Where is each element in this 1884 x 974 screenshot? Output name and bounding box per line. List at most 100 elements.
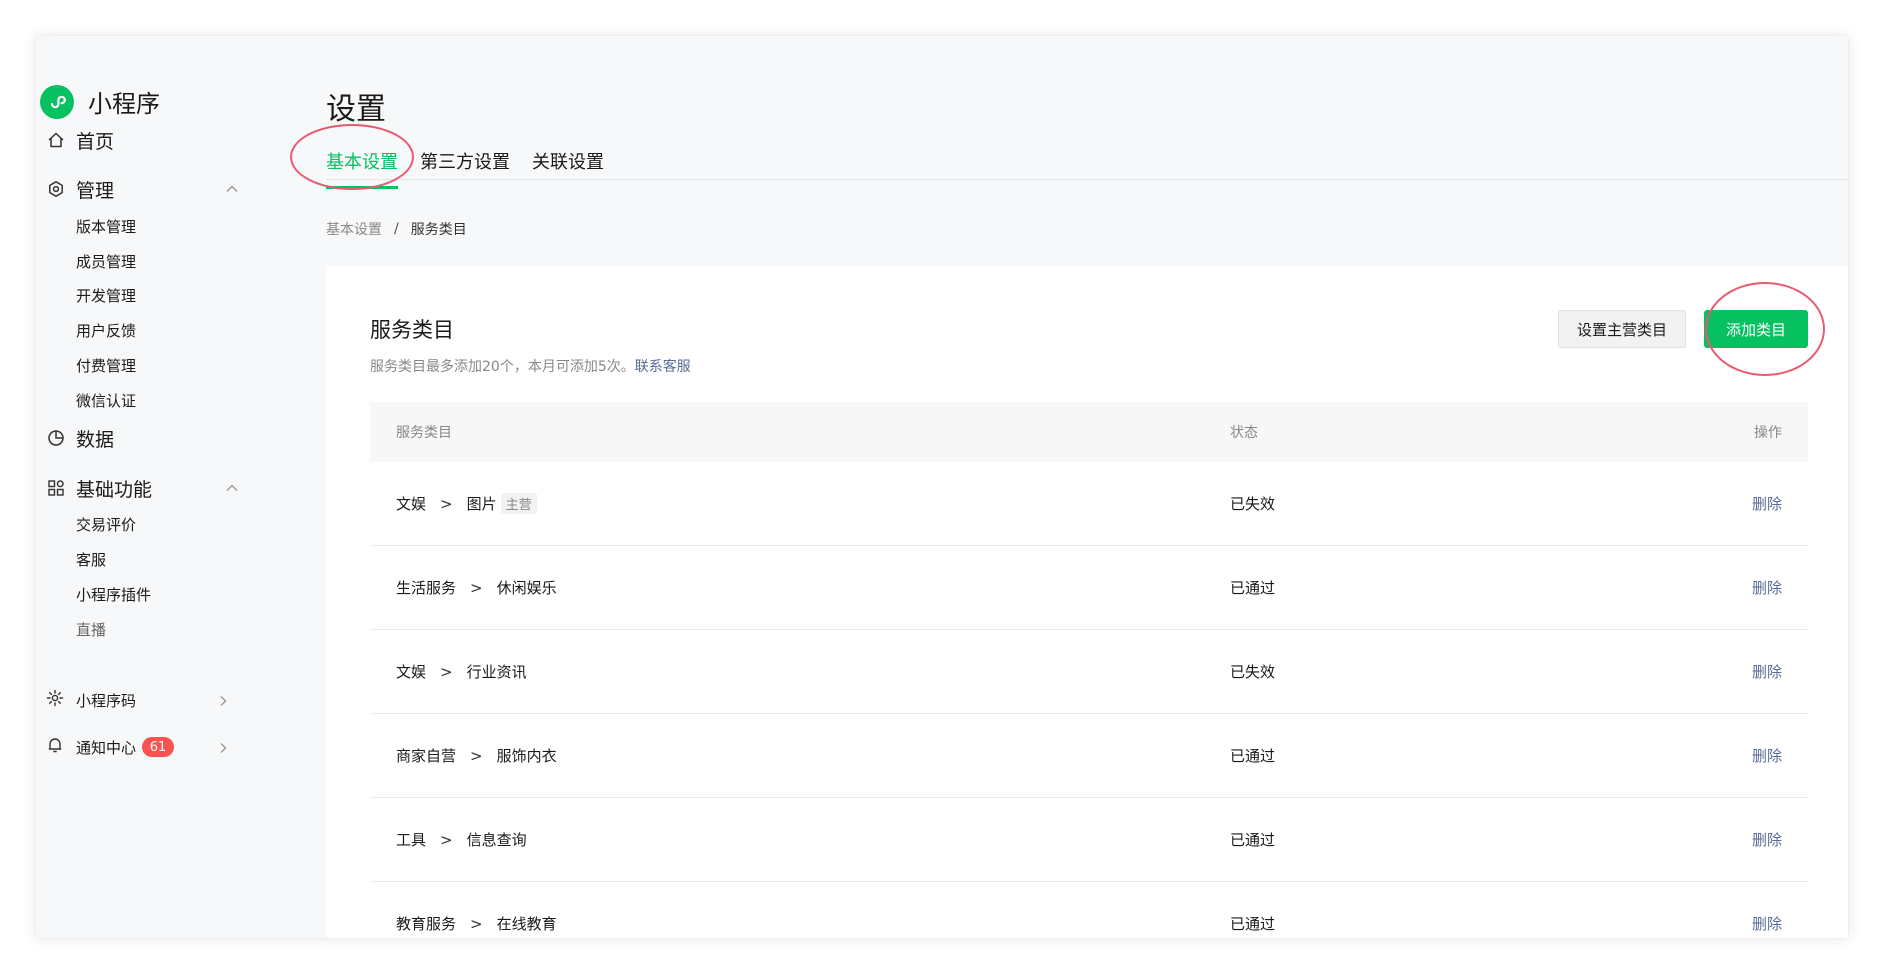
header-operation: 操作 <box>1754 425 1782 441</box>
set-main-category-button[interactable]: 设置主营类目 <box>1558 310 1686 348</box>
nav-qrcode-label: 小程序码 <box>76 691 137 710</box>
category-arrow: > <box>440 494 453 513</box>
main-category-tag: 主营 <box>500 493 537 514</box>
sidebar-item-plugin[interactable]: 小程序插件 <box>76 584 151 606</box>
table-header: 服务类目 状态 操作 <box>370 402 1808 462</box>
tab-basic-settings[interactable]: 基本设置 <box>326 148 398 189</box>
contact-support-link[interactable]: 联系客服 <box>635 359 691 375</box>
category-level2: 行业资讯 <box>466 663 527 681</box>
delete-link[interactable]: 删除 <box>1630 661 1808 682</box>
status-cell: 已通过 <box>1230 831 1276 849</box>
category-cell: 生活服务 > 休闲娱乐 <box>370 577 1230 598</box>
chart-pie-icon <box>46 428 66 448</box>
nav-notify-label: 通知中心 <box>76 738 137 757</box>
category-arrow: > <box>470 578 483 597</box>
sidebar-item-version[interactable]: 版本管理 <box>76 216 136 238</box>
card-title: 服务类目 <box>370 318 454 342</box>
category-arrow: > <box>470 746 483 765</box>
app-window: 小程序 首页 管理 版本管理 成员管理 开发管理 用户反馈 付费管理 微信认证 <box>36 36 1848 938</box>
delete-link[interactable]: 删除 <box>1630 493 1808 514</box>
category-level2: 信息查询 <box>466 831 527 849</box>
category-arrow: > <box>440 830 453 849</box>
sidebar-item-wechat-auth[interactable]: 微信认证 <box>76 390 136 412</box>
category-arrow: > <box>470 914 483 933</box>
bell-icon <box>46 736 64 758</box>
sidebar-item-service[interactable]: 客服 <box>76 549 106 571</box>
sidebar-item-payment[interactable]: 付费管理 <box>76 355 136 377</box>
nav-manage[interactable]: 管理 <box>46 173 238 205</box>
manage-icon <box>46 179 66 199</box>
chevron-right-icon <box>216 740 230 754</box>
service-category-card: 服务类目 服务类目最多添加20个，本月可添加5次。联系客服 设置主营类目 添加类… <box>326 266 1848 938</box>
home-icon <box>46 130 66 150</box>
sidebar-item-members[interactable]: 成员管理 <box>76 251 136 273</box>
card-description: 服务类目最多添加20个，本月可添加5次。联系客服 <box>370 356 691 376</box>
breadcrumb: 基本设置 / 服务类目 <box>326 219 467 239</box>
card-description-text: 服务类目最多添加20个，本月可添加5次。 <box>370 359 635 375</box>
category-level1: 文娱 <box>396 663 427 681</box>
table-row: 文娱 > 图片 主营 已失效 删除 <box>370 462 1808 546</box>
nav-home[interactable]: 首页 <box>46 124 114 156</box>
nav-home-label: 首页 <box>76 130 115 153</box>
chevron-up-icon[interactable] <box>224 181 240 197</box>
category-level1: 教育服务 <box>396 915 457 933</box>
sidebar-item-live[interactable]: 直播 <box>76 619 106 641</box>
category-level2: 服饰内衣 <box>496 747 557 765</box>
category-cell: 文娱 > 行业资讯 <box>370 661 1230 682</box>
category-arrow: > <box>440 662 453 681</box>
nav-basic[interactable]: 基础功能 <box>46 472 238 504</box>
delete-link[interactable]: 删除 <box>1630 829 1808 850</box>
add-category-button[interactable]: 添加类目 <box>1704 310 1808 348</box>
app-title: 小程序 <box>88 90 160 118</box>
chevron-up-icon[interactable] <box>224 480 240 496</box>
nav-notify[interactable]: 通知中心 61 <box>46 733 227 761</box>
table-row: 文娱 > 行业资讯 已失效 删除 <box>370 630 1808 714</box>
miniprogram-logo-icon <box>40 84 74 119</box>
category-cell: 文娱 > 图片 主营 <box>370 493 1230 514</box>
category-level1: 商家自营 <box>396 747 457 765</box>
nav-basic-label: 基础功能 <box>76 478 153 501</box>
delete-link[interactable]: 删除 <box>1630 745 1808 766</box>
status-cell: 已通过 <box>1230 915 1276 933</box>
nav-data[interactable]: 数据 <box>46 422 114 454</box>
tab-third-party-settings[interactable]: 第三方设置 <box>420 148 510 178</box>
notification-count-badge: 61 <box>142 737 175 757</box>
tabs-divider <box>326 179 1848 180</box>
delete-link[interactable]: 删除 <box>1630 913 1808 934</box>
category-level1: 工具 <box>396 831 427 849</box>
category-level1: 生活服务 <box>396 579 457 597</box>
status-cell: 已通过 <box>1230 747 1276 765</box>
status-cell: 已通过 <box>1230 579 1276 597</box>
chevron-right-icon <box>216 693 230 707</box>
nav-qrcode[interactable]: 小程序码 <box>46 686 227 714</box>
tab-linked-settings[interactable]: 关联设置 <box>532 148 604 178</box>
category-cell: 工具 > 信息查询 <box>370 829 1230 850</box>
page-title: 设置 <box>326 92 386 127</box>
header-category: 服务类目 <box>396 425 452 441</box>
table-row: 生活服务 > 休闲娱乐 已通过 删除 <box>370 546 1808 630</box>
qrcode-sun-icon <box>46 689 64 711</box>
category-table: 服务类目 状态 操作 文娱 > 图片 主营 已失效 删除 生活服务 > 休闲娱乐 <box>370 402 1808 938</box>
category-level2: 图片 <box>466 495 497 513</box>
status-cell: 已失效 <box>1230 495 1276 513</box>
sidebar: 小程序 首页 管理 版本管理 成员管理 开发管理 用户反馈 付费管理 微信认证 <box>36 36 286 938</box>
brand: 小程序 <box>40 84 160 119</box>
table-row: 教育服务 > 在线教育 已通过 删除 <box>370 882 1808 938</box>
nav-manage-label: 管理 <box>76 179 115 202</box>
breadcrumb-parent[interactable]: 基本设置 <box>326 219 382 239</box>
breadcrumb-separator: / <box>394 221 399 237</box>
table-row: 工具 > 信息查询 已通过 删除 <box>370 798 1808 882</box>
status-cell: 已失效 <box>1230 663 1276 681</box>
table-row: 商家自营 > 服饰内衣 已通过 删除 <box>370 714 1808 798</box>
sidebar-item-dev[interactable]: 开发管理 <box>76 285 136 307</box>
sidebar-item-review[interactable]: 交易评价 <box>76 514 136 536</box>
category-level2: 休闲娱乐 <box>496 579 557 597</box>
breadcrumb-current: 服务类目 <box>410 222 467 238</box>
category-cell: 商家自营 > 服饰内衣 <box>370 745 1230 766</box>
header-status: 状态 <box>1230 425 1258 441</box>
sidebar-item-feedback[interactable]: 用户反馈 <box>76 320 136 342</box>
apps-grid-icon <box>46 478 66 498</box>
delete-link[interactable]: 删除 <box>1630 577 1808 598</box>
category-cell: 教育服务 > 在线教育 <box>370 913 1230 934</box>
category-level2: 在线教育 <box>496 915 557 933</box>
